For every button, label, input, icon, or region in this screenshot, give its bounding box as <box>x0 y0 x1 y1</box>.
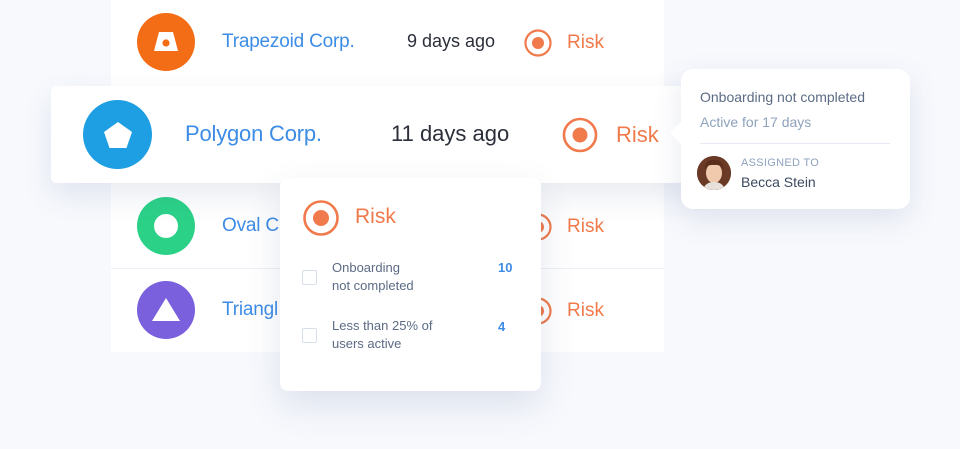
avatar <box>697 156 731 190</box>
risk-status-label: Risk <box>567 300 604 321</box>
risk-filter-popover: Risk Onboarding not completed 10 Less th… <box>280 178 541 391</box>
account-row-expanded[interactable]: Polygon Corp. 11 days ago Risk <box>51 86 696 183</box>
last-active-time: 11 days ago <box>391 121 510 146</box>
trapezoid-logo <box>137 13 195 71</box>
company-name-link[interactable]: Polygon Corp. <box>185 121 322 147</box>
risk-status-label[interactable]: Risk <box>616 122 659 148</box>
filter-item-label: Less than 25% of users active <box>332 317 482 353</box>
filter-checkbox[interactable] <box>302 270 317 285</box>
filter-item-label: Onboarding not completed <box>332 259 482 295</box>
filter-item-line: Onboarding <box>332 260 400 275</box>
triangle-logo <box>137 281 195 339</box>
risk-status-icon <box>562 117 598 153</box>
person-avatar-icon <box>697 156 731 190</box>
risk-status-icon <box>524 29 552 57</box>
tooltip-divider <box>700 143 890 144</box>
filter-item-count: 10 <box>498 260 513 275</box>
risk-status-icon <box>303 200 339 236</box>
oval-logo <box>137 197 195 255</box>
pentagon-icon <box>103 121 132 148</box>
last-active-time: 9 days ago <box>407 31 496 51</box>
filter-item-line: not completed <box>332 278 414 293</box>
filter-checkbox[interactable] <box>302 328 317 343</box>
risk-status-label: Risk <box>567 216 604 237</box>
triangle-icon <box>152 298 180 321</box>
risk-status-label: Risk <box>567 32 604 53</box>
company-name-link[interactable]: Trapezoid Corp. <box>222 31 355 53</box>
risk-detail-tooltip: Onboarding not completed Active for 17 d… <box>669 69 910 209</box>
tooltip-title: Onboarding not completed <box>700 89 865 105</box>
company-name-link[interactable]: Triangl <box>222 299 278 321</box>
trapezoid-icon <box>154 32 178 51</box>
company-name-link[interactable]: Oval C <box>222 215 279 237</box>
popover-title: Risk <box>355 205 396 228</box>
polygon-logo <box>83 100 152 169</box>
filter-item-count: 4 <box>498 319 506 334</box>
filter-item-line: users active <box>332 336 402 351</box>
circle-icon <box>154 214 178 238</box>
assignee-name: Becca Stein <box>741 174 816 190</box>
filter-item-line: Less than 25% of <box>332 318 433 333</box>
account-row[interactable]: Trapezoid Corp. 9 days ago Risk <box>111 0 664 86</box>
assigned-to-label: ASSIGNED TO <box>741 157 820 169</box>
tooltip-subtitle: Active for 17 days <box>700 114 812 130</box>
